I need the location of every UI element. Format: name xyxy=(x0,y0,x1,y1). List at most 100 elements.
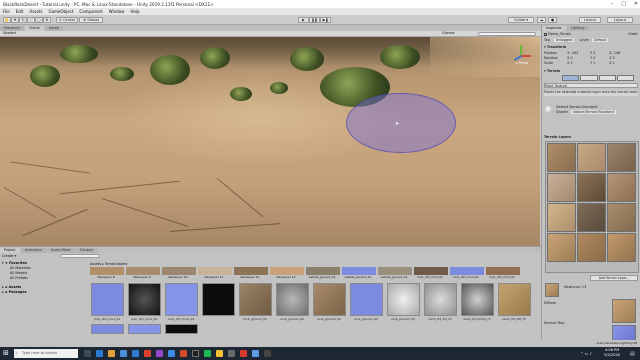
unity-icon[interactable] xyxy=(192,350,199,357)
asset-thumb[interactable] xyxy=(350,283,383,316)
terrain-header[interactable]: ▾ Terrain xyxy=(544,69,638,74)
asset-thumb[interactable] xyxy=(239,283,272,316)
system-tray-icons[interactable]: ⌃ ▭ ♪ xyxy=(580,351,592,356)
gizmos-dropdown[interactable]: Gizmos xyxy=(442,31,455,36)
asset-thumb[interactable] xyxy=(378,267,412,275)
asset-thumb[interactable] xyxy=(306,267,340,275)
menu-gameobject[interactable]: GameObject xyxy=(48,9,73,14)
asset-thumb[interactable] xyxy=(165,283,198,316)
asset-thumb[interactable] xyxy=(313,283,346,316)
pivot-global-button[interactable]: ⊕ Global xyxy=(79,17,103,23)
terrain-layer-tile[interactable] xyxy=(577,203,606,232)
rect-tool-icon[interactable]: ▢ xyxy=(35,17,43,23)
tab-lighting[interactable]: Lighting xyxy=(566,26,589,31)
terrain-layer-tile[interactable] xyxy=(607,143,636,172)
add-terrain-layer-button[interactable]: Add Terrain Layer... xyxy=(590,275,638,281)
terrain-layer-tile[interactable] xyxy=(547,143,576,172)
tab-console[interactable]: Console xyxy=(75,248,98,253)
terrain-layer-tile[interactable] xyxy=(607,203,636,232)
layers-dropdown[interactable]: Layers xyxy=(579,17,601,23)
asset-thumb[interactable] xyxy=(461,283,494,316)
clock[interactable]: 4:06 PM 5/2/2020 xyxy=(604,348,620,358)
asset-thumb[interactable] xyxy=(198,267,232,275)
layout-dropdown[interactable]: Layout xyxy=(607,17,633,23)
maximize-button[interactable]: □ xyxy=(621,1,626,7)
scene-orientation-gizmo[interactable]: < Persp xyxy=(510,45,532,67)
chrome-icon[interactable] xyxy=(144,350,151,357)
app-icon[interactable] xyxy=(216,350,223,357)
app-icon[interactable] xyxy=(240,350,247,357)
asset-thumb[interactable] xyxy=(128,324,161,334)
shading-mode-dropdown[interactable]: Shaded xyxy=(3,31,16,35)
project-search-input[interactable] xyxy=(60,254,100,258)
scale-z-field[interactable]: Z 1 xyxy=(609,61,615,65)
asset-thumb[interactable] xyxy=(486,267,520,275)
asset-thumb[interactable] xyxy=(162,267,196,275)
hand-tool-icon[interactable]: ✋ xyxy=(3,17,11,23)
notifications-icon[interactable]: ▤ xyxy=(630,351,635,357)
file-explorer-icon[interactable] xyxy=(108,350,115,357)
static-toggle[interactable]: Static xyxy=(628,32,638,37)
store-icon[interactable] xyxy=(120,350,127,357)
app-icon[interactable] xyxy=(252,350,259,357)
app-icon[interactable] xyxy=(264,350,271,357)
menu-file[interactable]: File xyxy=(3,9,10,14)
minimize-button[interactable]: – xyxy=(611,1,614,7)
asset-thumb[interactable] xyxy=(450,267,484,275)
terrain-layer-tile[interactable] xyxy=(577,233,606,262)
menu-edit[interactable]: Edit xyxy=(16,9,24,14)
shader-dropdown[interactable]: Nature/Terrain/Standard xyxy=(571,110,616,114)
details-icon[interactable] xyxy=(598,75,616,81)
app-icon[interactable] xyxy=(168,350,175,357)
tab-project[interactable]: Project xyxy=(0,248,20,253)
asset-thumb[interactable] xyxy=(276,283,309,316)
tab-audio-mixer[interactable]: Audio Mixer xyxy=(46,248,75,253)
app-icon[interactable] xyxy=(180,350,187,357)
spotify-icon[interactable] xyxy=(204,350,211,357)
app-icon[interactable] xyxy=(228,350,235,357)
terrain-layer-tile[interactable] xyxy=(577,143,606,172)
asset-thumb[interactable] xyxy=(387,283,420,316)
pivot-center-button[interactable]: ⊙ Center xyxy=(56,17,78,23)
transform-tool-icon[interactable]: ⊕ xyxy=(43,17,51,23)
asset-thumb[interactable] xyxy=(202,283,235,316)
pause-button[interactable]: ❚❚ xyxy=(309,17,320,23)
scale-tool-icon[interactable]: ⤢ xyxy=(27,17,35,23)
paint-terrain-icon[interactable] xyxy=(562,75,580,81)
asset-thumb[interactable] xyxy=(342,267,376,275)
mail-icon[interactable] xyxy=(132,350,139,357)
rotate-tool-icon[interactable]: ↻ xyxy=(19,17,27,23)
tab-inspector[interactable]: Inspector xyxy=(542,26,566,31)
asset-thumb[interactable] xyxy=(128,283,161,316)
tab-animation[interactable]: Animation xyxy=(20,248,46,253)
terrain-layer-tile[interactable] xyxy=(547,233,576,262)
rotation-z-field[interactable]: Z 0 xyxy=(609,56,615,60)
step-button[interactable]: ▶❚ xyxy=(320,17,331,23)
terrain-layer-tile[interactable] xyxy=(547,173,576,202)
account-icon[interactable]: ● xyxy=(548,17,557,23)
windows-start-icon[interactable]: ⊞ xyxy=(3,350,9,357)
object-name-field[interactable]: Demo_Terrain xyxy=(548,32,571,36)
asset-thumb[interactable] xyxy=(91,324,124,334)
menu-component[interactable]: Component xyxy=(79,9,102,14)
breadcrumb-terrainassets[interactable]: TerrainAssets xyxy=(105,262,128,266)
asset-thumb[interactable] xyxy=(91,283,124,316)
settings-gear-icon[interactable] xyxy=(616,75,634,81)
asset-thumb[interactable] xyxy=(165,324,198,334)
scale-y-field[interactable]: Y 1 xyxy=(590,61,608,66)
task-view-icon[interactable] xyxy=(84,350,91,357)
menu-assets[interactable]: Assets xyxy=(29,9,42,14)
scale-x-field[interactable]: X 1 xyxy=(567,61,589,66)
position-z-field[interactable]: Z -148 xyxy=(609,51,620,55)
terrain-layer-tile[interactable] xyxy=(607,233,636,262)
favorite-all-prefabs[interactable]: All Prefabs xyxy=(2,276,86,281)
create-dropdown[interactable]: Create ▾ xyxy=(2,254,16,258)
tag-dropdown[interactable]: Untagged xyxy=(553,38,575,42)
asset-thumb[interactable] xyxy=(414,267,448,275)
asset-thumb[interactable] xyxy=(126,267,160,275)
close-button[interactable]: ✕ xyxy=(634,1,638,7)
cloud-icon[interactable]: ☁ xyxy=(537,17,546,23)
collab-button[interactable]: Collab ▾ xyxy=(508,17,534,23)
move-tool-icon[interactable]: ✥ xyxy=(11,17,19,23)
asset-thumb[interactable] xyxy=(90,267,124,275)
